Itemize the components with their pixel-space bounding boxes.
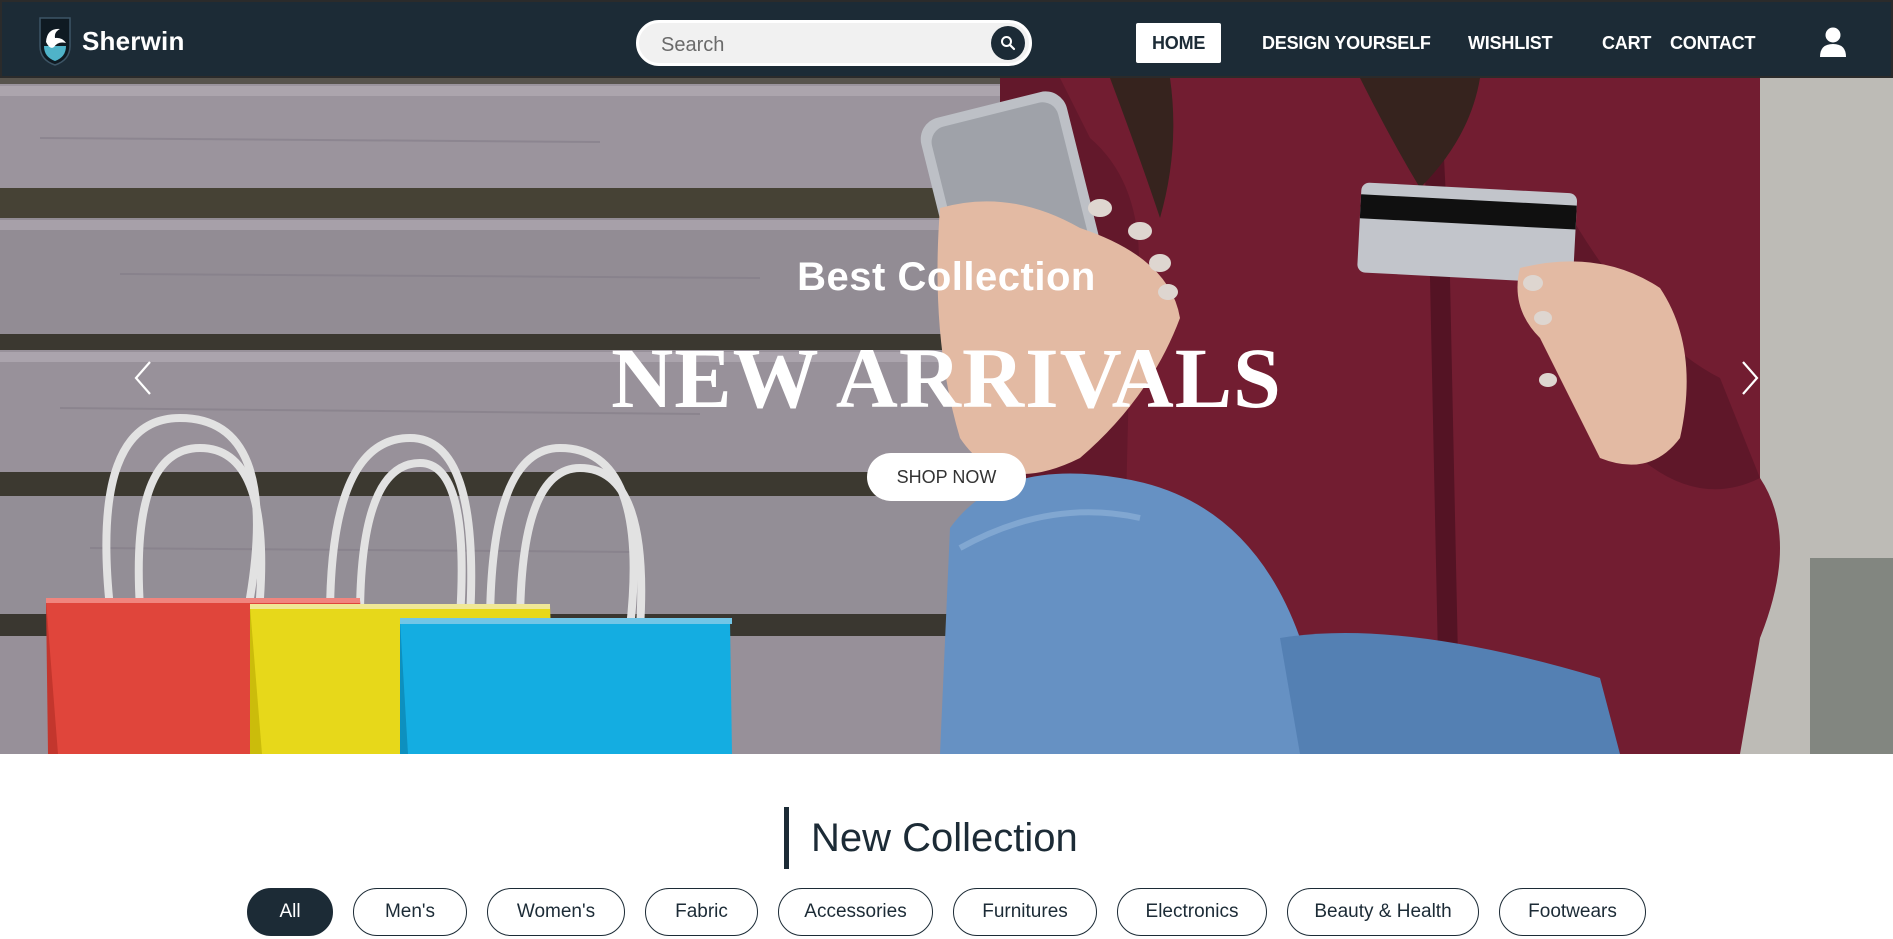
hero-carousel: Best Collection NEW ARRIVALS SHOP NOW xyxy=(0,78,1893,754)
chevron-right-icon[interactable] xyxy=(1735,358,1765,398)
hero-subtitle: Best Collection xyxy=(797,255,1096,299)
nav-contact[interactable]: CONTACT xyxy=(1670,23,1755,63)
nav-design-yourself[interactable]: DESIGN YOURSELF xyxy=(1262,23,1431,63)
search-bar xyxy=(636,20,1032,66)
hero-title: NEW ARRIVALS xyxy=(611,330,1282,426)
user-icon[interactable] xyxy=(1818,26,1848,58)
brand-home-link[interactable]: Sherwin xyxy=(38,16,185,66)
filter-beauty-health[interactable]: Beauty & Health xyxy=(1287,888,1479,936)
top-navbar: Sherwin HOME DESIGN YOURSELF WISHLIST CA… xyxy=(0,0,1893,78)
filter-footwears[interactable]: Footwears xyxy=(1499,888,1646,936)
nav-cart[interactable]: CART xyxy=(1602,23,1651,63)
shield-bird-logo xyxy=(39,17,71,66)
section-title: New Collection xyxy=(784,807,1078,869)
filter-mens[interactable]: Men's xyxy=(353,888,467,936)
shop-now-button[interactable]: SHOP NOW xyxy=(867,453,1026,501)
search-button[interactable] xyxy=(991,26,1025,60)
filter-electronics[interactable]: Electronics xyxy=(1117,888,1267,936)
filter-accessories[interactable]: Accessories xyxy=(778,888,933,936)
nav-wishlist[interactable]: WISHLIST xyxy=(1468,23,1553,63)
chevron-left-icon[interactable] xyxy=(128,358,158,398)
brand-name: Sherwin xyxy=(82,25,185,56)
filter-furnitures[interactable]: Furnitures xyxy=(953,888,1097,936)
search-icon xyxy=(1001,36,1016,51)
filter-all[interactable]: All xyxy=(247,888,333,936)
filter-womens[interactable]: Women's xyxy=(487,888,625,936)
nav-home[interactable]: HOME xyxy=(1136,23,1222,63)
filter-fabric[interactable]: Fabric xyxy=(645,888,758,936)
search-input[interactable] xyxy=(659,29,963,61)
